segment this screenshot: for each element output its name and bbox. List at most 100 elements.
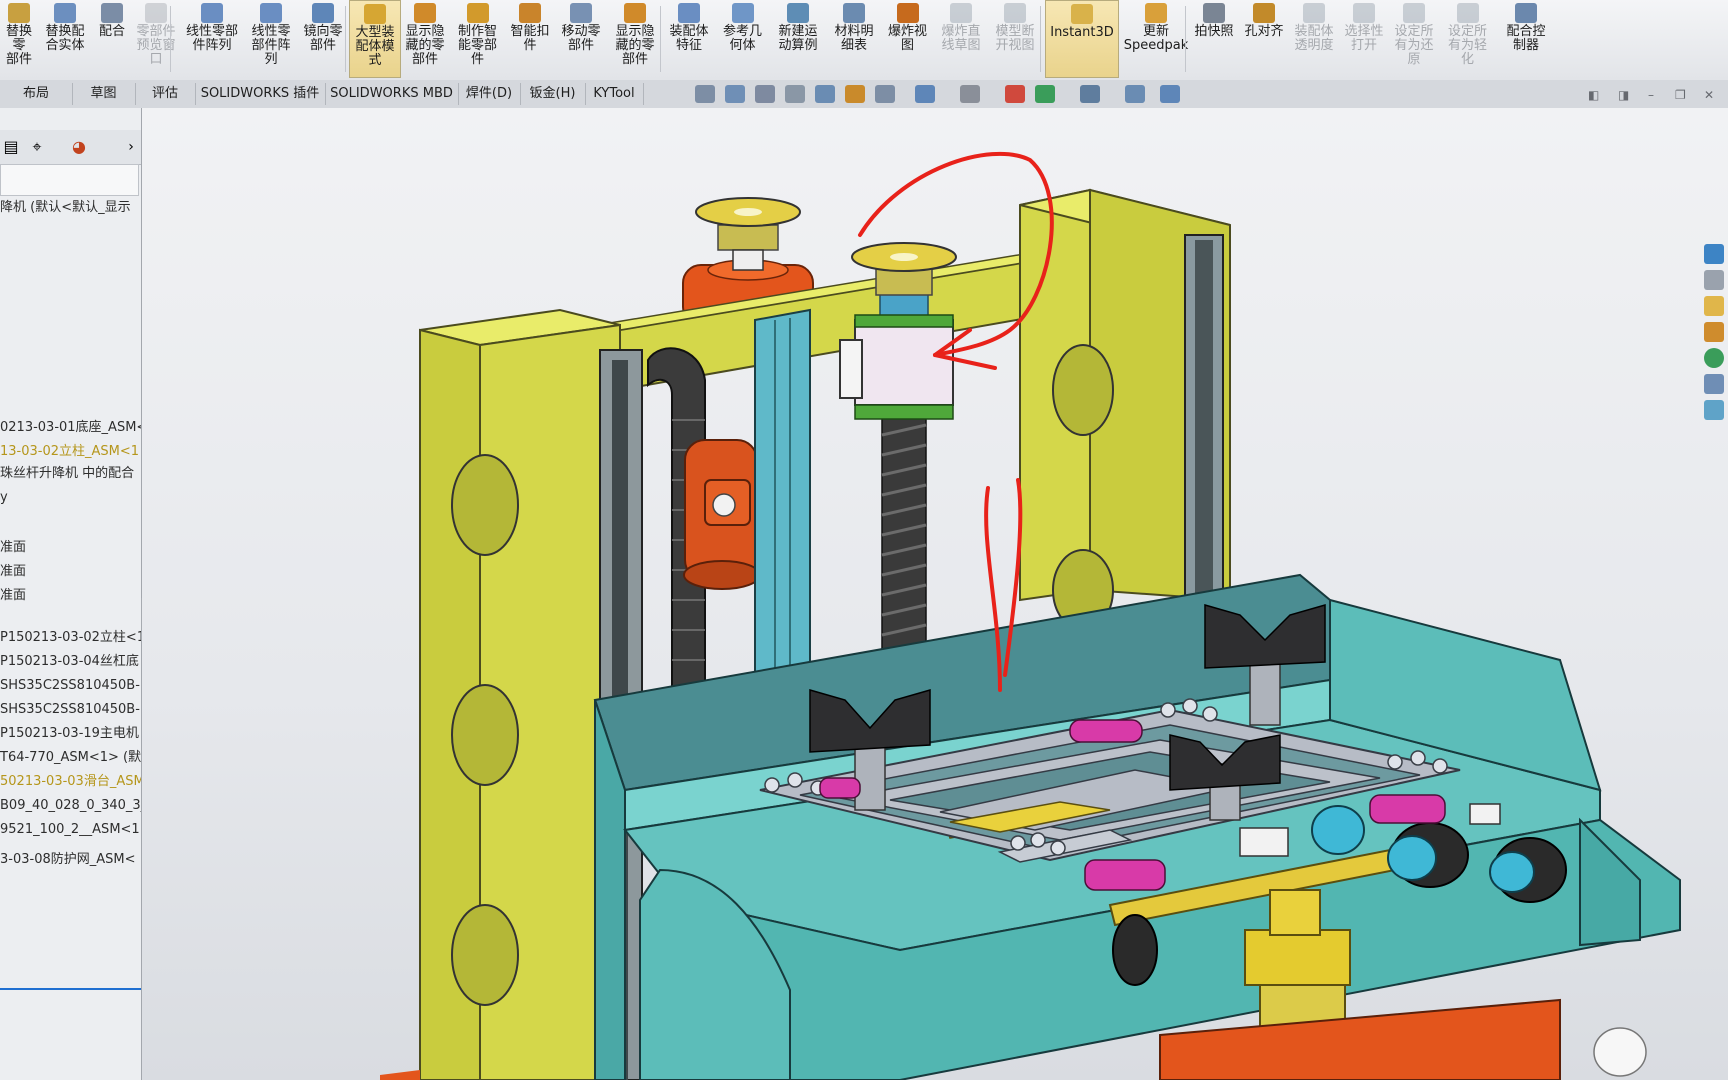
file-explorer-icon[interactable] [1704, 296, 1724, 316]
view-tool-icon[interactable] [785, 85, 805, 103]
ribbon-button-label: Instant3D [1050, 25, 1114, 40]
tree-item[interactable]: SHS35C2SS810450B-I [0, 700, 141, 720]
tile-right-icon[interactable]: ◨ [1618, 88, 1629, 102]
tree-item[interactable]: 50213-03-03滑台_ASM [0, 772, 141, 792]
tree-item[interactable]: 准面 [0, 538, 141, 558]
custom-properties-icon[interactable] [1704, 374, 1724, 394]
view-tool-icon[interactable] [875, 85, 895, 103]
ribbon-button-14[interactable]: 参考几 何体 [715, 0, 770, 78]
ribbon-button-5[interactable]: 线性零 部件阵 列 [245, 0, 297, 78]
tile-left-icon[interactable]: ◧ [1588, 88, 1599, 102]
ribbon-button-26[interactable]: 设定所 有为还 原 [1390, 0, 1438, 78]
view-tool-icon[interactable] [755, 85, 775, 103]
ribbon-button-20[interactable]: Instant3D [1045, 0, 1119, 78]
ribbon-button-label: 镜向零 部件 [303, 24, 343, 53]
ribbon-button-21[interactable]: 更新 Speedpak [1120, 0, 1192, 78]
view-tool-icon[interactable] [1005, 85, 1025, 103]
ribbon-button-3[interactable]: 零部件 预览窗 口 [133, 0, 179, 78]
view-tool-icon[interactable] [1125, 85, 1145, 103]
tab-4[interactable]: SOLIDWORKS MBD [325, 83, 459, 105]
tree-item[interactable]: 9521_100_2__ASM<1> [0, 820, 141, 840]
appearances-icon[interactable] [1704, 348, 1724, 368]
tree-item[interactable]: 0213-03-01底座_ASM< [0, 418, 141, 438]
ribbon-button-22[interactable]: 拍快照 [1190, 0, 1238, 78]
ribbon-button-label: 显示隐 藏的零 部件 [405, 24, 445, 67]
view-palette-icon[interactable] [1704, 322, 1724, 342]
ribbon-button-12[interactable]: 显示隐 藏的零 部件 [607, 0, 663, 78]
tab-7[interactable]: KYTool [585, 83, 644, 105]
assembly-model [380, 151, 1681, 1080]
design-library-icon[interactable] [1704, 270, 1724, 290]
ribbon-button-24[interactable]: 装配体 透明度 [1290, 0, 1338, 78]
tree-item[interactable]: SHS35C2SS810450B-I [0, 676, 141, 696]
tree-root[interactable]: 降机 (默认<默认_显示 [0, 198, 141, 218]
tree-item[interactable]: P150213-03-04丝杠底 [0, 652, 141, 672]
tab-5[interactable]: 焊件(D) [458, 83, 521, 105]
view-tool-icon[interactable] [1035, 85, 1055, 103]
ribbon-button-28[interactable]: 配合控 制器 [1498, 0, 1554, 78]
ribbon-button-8[interactable]: 显示隐 藏的零 部件 [400, 0, 450, 78]
tab-3[interactable]: SOLIDWORKS 插件 [195, 83, 326, 105]
ribbon-tool-icon [843, 3, 865, 23]
ribbon-button-6[interactable]: 镜向零 部件 [298, 0, 348, 78]
ribbon-button-25[interactable]: 选择性 打开 [1340, 0, 1388, 78]
feature-tree-tab-icon[interactable]: ▤ [0, 137, 22, 157]
tree-item[interactable]: B09_40_028_0_340_3_ [0, 796, 141, 816]
ribbon-button-16[interactable]: 材料明 细表 [828, 0, 880, 78]
ribbon-button-27[interactable]: 设定所 有为轻 化 [1440, 0, 1495, 78]
view-tool-icon[interactable] [1080, 85, 1100, 103]
tree-item[interactable]: 准面 [0, 586, 141, 606]
ribbon-button-19[interactable]: 模型断 开视图 [986, 0, 1044, 78]
close-icon[interactable]: ✕ [1704, 88, 1714, 102]
home-icon[interactable] [1704, 244, 1724, 264]
config-manager-tab-icon[interactable]: ⌖ [26, 137, 48, 157]
ribbon-button-label: 爆炸直 线草图 [941, 24, 981, 53]
view-tool-icon[interactable] [915, 85, 935, 103]
panel-splitter[interactable] [0, 988, 141, 990]
ribbon-button-10[interactable]: 智能扣 件 [505, 0, 555, 78]
ribbon-button-17[interactable]: 爆炸视 图 [880, 0, 935, 78]
chevron-right-icon[interactable]: › [120, 137, 141, 157]
ribbon-button-1[interactable]: 替换配 合实体 [40, 0, 90, 78]
ribbon-button-label: 线性零部 件阵列 [185, 24, 238, 53]
restore-icon[interactable]: ❐ [1675, 88, 1686, 102]
tree-item[interactable]: T64-770_ASM<1> (默 [0, 748, 141, 768]
graphics-area[interactable] [142, 108, 1728, 1080]
tree-item[interactable]: 13-03-02立柱_ASM<1 [0, 442, 141, 462]
tree-filter-field[interactable] [0, 164, 139, 196]
ribbon-button-label: 材料明 细表 [834, 24, 874, 53]
view-tool-icon[interactable] [845, 85, 865, 103]
ribbon-button-4[interactable]: 线性零部 件阵列 [180, 0, 244, 78]
tree-item[interactable]: y [0, 488, 141, 508]
ribbon-button-0[interactable]: 替换零 部件 [0, 0, 38, 78]
ribbon-button-label: 装配体 特征 [669, 24, 709, 53]
ribbon-button-9[interactable]: 制作智 能零部 件 [451, 0, 504, 78]
view-tool-icon[interactable] [725, 85, 745, 103]
ribbon-button-23[interactable]: 孔对齐 [1240, 0, 1288, 78]
view-tool-icon[interactable] [695, 85, 715, 103]
tab-0[interactable]: 布局 [0, 83, 73, 105]
minimize-icon[interactable]: – [1648, 88, 1654, 102]
ribbon-button-label: 孔对齐 [1244, 24, 1284, 39]
ribbon-button-18[interactable]: 爆炸直 线草图 [935, 0, 987, 78]
task-pane-tabs [1700, 236, 1728, 436]
tree-item[interactable]: 珠丝杆升降机 中的配合 [0, 464, 141, 484]
tab-2[interactable]: 评估 [135, 83, 196, 105]
ribbon-button-11[interactable]: 移动零 部件 [555, 0, 607, 78]
view-tool-icon[interactable] [960, 85, 980, 103]
ribbon-button-7[interactable]: 大型装 配体模 式 [349, 0, 401, 78]
tree-item[interactable]: P150213-03-19主电机 [0, 724, 141, 744]
tree-item[interactable]: 3-03-08防护网_ASM< [0, 850, 141, 870]
tab-1[interactable]: 草图 [72, 83, 136, 105]
forum-icon[interactable] [1704, 400, 1724, 420]
tree-item[interactable]: 准面 [0, 562, 141, 582]
tab-6[interactable]: 钣金(H) [520, 83, 586, 105]
ribbon-button-15[interactable]: 新建运 动算例 [770, 0, 826, 78]
view-tool-icon[interactable] [815, 85, 835, 103]
ribbon-button-2[interactable]: 配合 [92, 0, 132, 78]
view-tool-icon[interactable] [1160, 85, 1180, 103]
display-manager-tab-icon[interactable]: ◕ [68, 137, 90, 157]
ribbon-tool-icon [1004, 3, 1026, 23]
ribbon-button-13[interactable]: 装配体 特征 [663, 0, 715, 78]
tree-item[interactable]: P150213-03-02立柱<1 [0, 628, 141, 648]
